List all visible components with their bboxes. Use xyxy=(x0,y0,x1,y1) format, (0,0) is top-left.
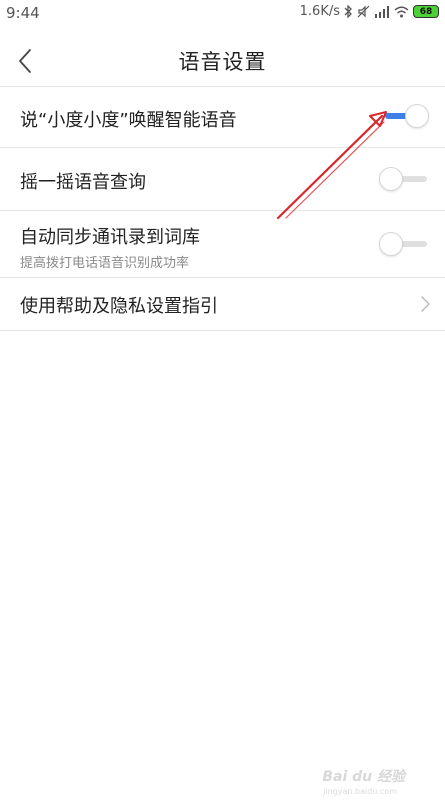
mute-icon xyxy=(357,5,370,18)
network-speed: 1.6K/s xyxy=(299,4,340,19)
setting-label: 自动同步通讯录到词库 xyxy=(20,227,200,248)
setting-label: 摇一摇语音查询 xyxy=(20,172,146,193)
setting-shake-query: 摇一摇语音查询 xyxy=(0,148,445,211)
setting-help-privacy[interactable]: 使用帮助及隐私设置指引 xyxy=(0,278,445,331)
status-time: 9:44 xyxy=(6,4,40,22)
wake-voice-toggle[interactable] xyxy=(379,104,431,128)
chevron-right-icon xyxy=(421,296,430,312)
watermark-url: jingyan.baidu.com xyxy=(323,787,397,796)
settings-list: 说“小度小度”唤醒智能语音 摇一摇语音查询 自动同步通讯录到词库 提高拨打电话语… xyxy=(0,86,445,331)
sync-contacts-toggle[interactable] xyxy=(379,232,431,256)
setting-label: 使用帮助及隐私设置指引 xyxy=(20,296,218,317)
watermark-logo: Bai du 经验 xyxy=(322,769,405,785)
bluetooth-icon xyxy=(344,5,353,18)
page-title: 语音设置 xyxy=(178,50,267,74)
status-icons: 1.6K/s 68 xyxy=(300,4,439,19)
signal-icon xyxy=(374,5,390,18)
toggle-knob xyxy=(379,232,403,256)
battery-icon: 68 xyxy=(413,5,439,18)
header: 语音设置 xyxy=(0,36,445,86)
shake-query-toggle[interactable] xyxy=(379,167,431,191)
setting-sublabel: 提高拨打电话语音识别成功率 xyxy=(20,256,190,271)
setting-wake-voice: 说“小度小度”唤醒智能语音 xyxy=(0,86,445,148)
wifi-icon xyxy=(394,6,409,18)
status-bar: 9:44 1.6K/s 68 xyxy=(0,0,445,26)
phone-screen: 9:44 1.6K/s 68 语音设置 说“小度小度”唤醒智能语音 摇一摇语音查… xyxy=(0,0,445,800)
setting-sync-contacts: 自动同步通讯录到词库 提高拨打电话语音识别成功率 xyxy=(0,211,445,278)
setting-label: 说“小度小度”唤醒智能语音 xyxy=(20,110,237,131)
toggle-knob xyxy=(405,104,429,128)
toggle-knob xyxy=(379,167,403,191)
